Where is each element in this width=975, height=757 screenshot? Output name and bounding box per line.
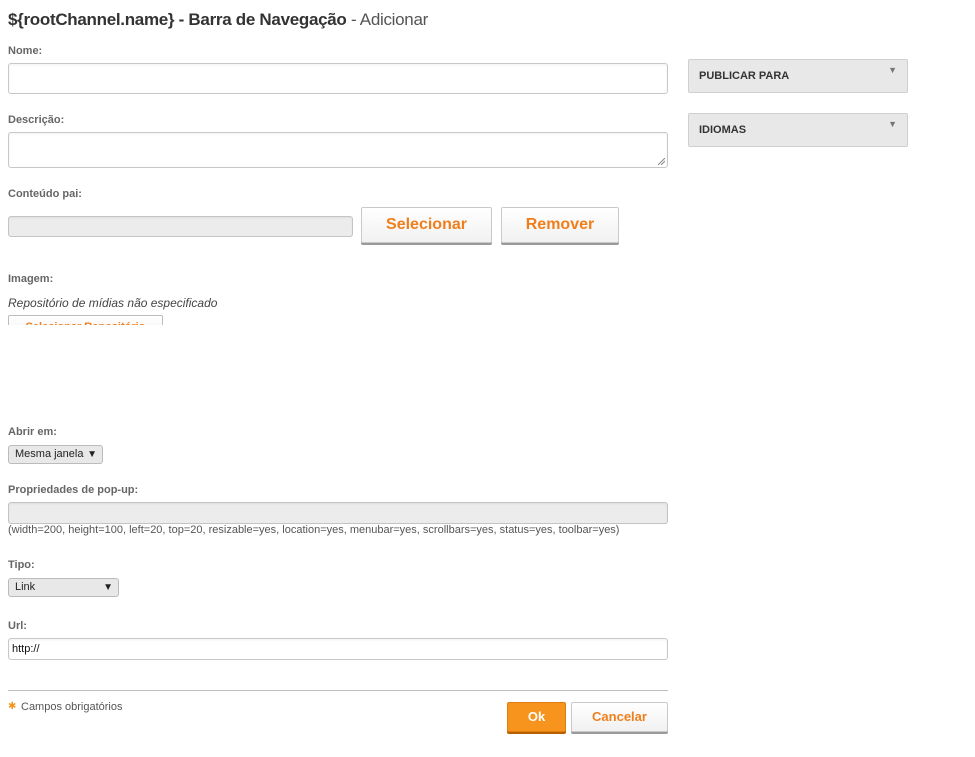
ok-button[interactable]: Ok	[507, 702, 566, 732]
footer-divider	[8, 690, 668, 691]
page-title: ${rootChannel.name} - Barra de Navegação…	[8, 10, 428, 30]
image-label: Imagem:	[8, 273, 54, 285]
popup-properties-hint: (width=200, height=100, left=20, top=20,…	[8, 524, 620, 536]
languages-panel[interactable]: IDIOMAS ▼	[688, 113, 908, 147]
parent-content-field	[8, 216, 353, 237]
url-input[interactable]	[8, 638, 668, 660]
description-label: Descrição:	[8, 114, 65, 126]
resize-grip-icon[interactable]	[658, 158, 665, 165]
cancel-button[interactable]: Cancelar	[571, 702, 668, 732]
chevron-down-icon: ▼	[103, 582, 113, 593]
popup-properties-input	[8, 502, 668, 524]
name-label: Nome:	[8, 45, 43, 57]
chevron-down-icon: ▼	[888, 65, 897, 75]
required-icon: ✱	[8, 701, 17, 712]
name-input[interactable]	[8, 63, 668, 94]
select-repository-button[interactable]: Selecionar Repositório	[8, 315, 163, 325]
type-value: Link	[15, 581, 36, 593]
chevron-down-icon: ▼	[87, 449, 97, 460]
remove-parent-button[interactable]: Remover	[501, 207, 619, 243]
publish-to-panel-title: PUBLICAR PARA	[699, 70, 790, 82]
image-select-button-clip: Selecionar Repositório	[8, 315, 164, 325]
type-select[interactable]: Link ▼	[8, 578, 119, 597]
publish-to-panel[interactable]: PUBLICAR PARA ▼	[688, 59, 908, 93]
description-textarea[interactable]	[8, 132, 668, 168]
open-in-select[interactable]: Mesma janela ▼	[8, 445, 103, 464]
chevron-down-icon: ▼	[888, 119, 897, 129]
type-label: Tipo:	[8, 559, 35, 571]
parent-content-label: Conteúdo pai:	[8, 188, 82, 200]
required-fields-note: Campos obrigatórios	[21, 701, 123, 713]
image-status: Repositório de mídias não especificado	[8, 296, 218, 310]
popup-properties-label: Propriedades de pop-up:	[8, 484, 139, 496]
page-title-main: ${rootChannel.name} - Barra de Navegação	[8, 10, 347, 29]
url-label: Url:	[8, 620, 27, 632]
open-in-label: Abrir em:	[8, 426, 57, 438]
page-title-sub: - Adicionar	[350, 10, 428, 29]
languages-panel-title: IDIOMAS	[699, 124, 747, 136]
select-parent-button[interactable]: Selecionar	[361, 207, 492, 243]
open-in-value: Mesma janela	[15, 448, 84, 460]
